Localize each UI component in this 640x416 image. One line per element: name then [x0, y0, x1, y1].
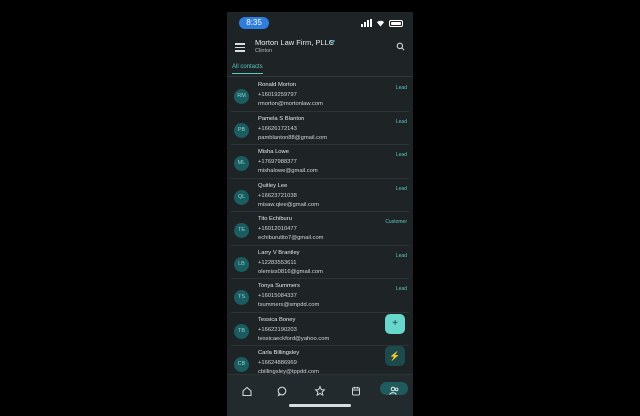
- list-item[interactable]: LB Larry V Brantley +12283553611 olemiss…: [231, 246, 409, 279]
- status-badge: Lead: [395, 286, 407, 292]
- contact-name: Quitley Lee: [258, 182, 288, 189]
- contact-phone: +16012010477: [258, 226, 297, 232]
- contact-phone: +16019259797: [258, 92, 297, 98]
- status-badge: Lead: [395, 118, 407, 125]
- status-badge: Lead: [395, 85, 407, 91]
- avatar: TB: [234, 323, 249, 339]
- add-contact-button[interactable]: +: [385, 314, 405, 334]
- status-icons: [361, 18, 403, 28]
- avatar: QL: [234, 189, 249, 205]
- contact-name: Tessica Boney: [258, 316, 296, 323]
- search-icon[interactable]: [396, 42, 405, 51]
- wifi-icon: [376, 20, 385, 27]
- status-badge: Lead: [395, 185, 407, 192]
- firm-name[interactable]: Morton Law Firm, PLLC: [255, 38, 334, 47]
- avatar: PB: [234, 122, 249, 138]
- avatar: RM: [234, 89, 249, 104]
- contact-email: echiburutito7@gmail.com: [258, 235, 324, 241]
- bottom-nav: [227, 374, 413, 416]
- battery-icon: [389, 19, 403, 27]
- contact-name: Ronald Morton: [258, 82, 297, 88]
- contact-list: RM Ronald Morton +16019259797 rmorton@mo…: [227, 78, 413, 380]
- contact-phone: +16626172143: [258, 125, 297, 132]
- contact-name: Pamela S Blanton: [258, 115, 305, 122]
- contacts-icon[interactable]: [387, 385, 401, 397]
- list-item[interactable]: TE Tito Echiburu +16012010477 echiburuti…: [231, 212, 409, 246]
- contact-email: pamblanton88@gmail.com: [258, 134, 328, 141]
- contact-email: mishalowe@gmail.com: [258, 168, 318, 174]
- contact-name: Tito Echiburu: [258, 216, 292, 222]
- contact-phone: +16624886969: [258, 360, 297, 366]
- contact-name: Carla Billingsley: [258, 350, 300, 356]
- home-icon[interactable]: [240, 385, 254, 397]
- contact-phone: +12283553611: [258, 259, 297, 266]
- contact-email: tessicaeckford@yahoo.com: [258, 335, 330, 342]
- contact-email: tsummers@smpdd.com: [258, 302, 320, 308]
- status-badge: Lead: [395, 252, 407, 259]
- avatar: TE: [234, 223, 249, 238]
- contact-name: Tonya Summers: [258, 283, 300, 289]
- menu-icon[interactable]: [235, 43, 245, 52]
- avatar: TS: [234, 290, 249, 305]
- firm-location: Clinton: [255, 48, 273, 54]
- status-badge: Lead: [395, 152, 407, 158]
- contact-name: Larry V Brantley: [258, 249, 300, 256]
- list-item[interactable]: TB Tessica Boney +16622190203 tessicaeck…: [231, 313, 409, 346]
- contact-name: Misha Lowe: [258, 149, 289, 155]
- chevron-down-icon[interactable]: [328, 38, 336, 46]
- status-bar: 8:35: [227, 12, 413, 32]
- avatar: CB: [234, 357, 249, 372]
- avatar: LB: [234, 256, 249, 272]
- list-item[interactable]: RM Ronald Morton +16019259797 rmorton@mo…: [231, 78, 409, 112]
- contact-phone: +16015084337: [258, 293, 297, 299]
- avatar: ML: [234, 156, 249, 171]
- home-indicator: [289, 404, 351, 407]
- list-item[interactable]: QL Quitley Lee +16623721038 misaw.qlee@g…: [231, 179, 409, 212]
- contact-phone: +16623721038: [258, 192, 297, 199]
- contact-email: misaw.qlee@gmail.com: [258, 201, 319, 208]
- list-item[interactable]: TS Tonya Summers +16015084337 tsummers@s…: [231, 279, 409, 313]
- status-badge: Customer: [385, 219, 407, 225]
- contact-phone: +17697988377: [258, 159, 297, 165]
- list-item[interactable]: ML Misha Lowe +17697988377 mishalowe@gma…: [231, 145, 409, 179]
- status-time: 8:35: [239, 17, 269, 29]
- tab-all-contacts[interactable]: All contacts: [232, 64, 263, 74]
- calendar-icon[interactable]: [349, 385, 363, 397]
- contact-phone: +16622190203: [258, 326, 297, 333]
- contact-email: olemiss0816@gmail.com: [258, 268, 323, 275]
- quick-action-button[interactable]: ⚡: [385, 346, 405, 366]
- list-item[interactable]: PB Pamela S Blanton +16626172143 pamblan…: [231, 112, 409, 145]
- tab-bar: All contacts: [227, 62, 413, 77]
- phone-screen: 8:35 Morton Law Firm, PLLC Clinton All c…: [227, 12, 413, 416]
- star-icon[interactable]: [313, 385, 327, 397]
- chat-icon[interactable]: [275, 385, 289, 397]
- signal-icon: [361, 19, 372, 27]
- contact-email: rmorton@mortonlaw.com: [258, 101, 323, 107]
